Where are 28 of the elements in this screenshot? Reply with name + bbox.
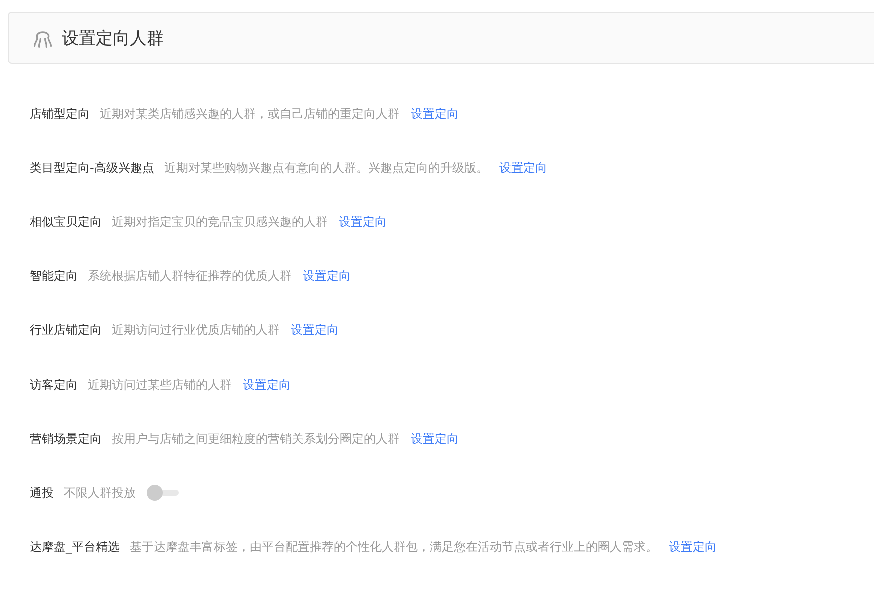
option-label: 行业店铺定向 bbox=[30, 322, 102, 340]
option-description: 近期访问过行业优质店铺的人群 bbox=[112, 322, 280, 340]
option-description: 系统根据店铺人群特征推荐的优质人群 bbox=[88, 268, 292, 286]
option-label: 访客定向 bbox=[30, 376, 78, 394]
option-label: 店铺型定向 bbox=[30, 106, 90, 123]
set-targeting-link[interactable]: 设置定向 bbox=[669, 539, 717, 556]
option-description: 近期访问过某些店铺的人群 bbox=[88, 376, 232, 394]
option-description: 近期对指定宝贝的竞品宝贝感兴趣的人群 bbox=[112, 214, 328, 231]
option-description: 基于达摩盘丰富标签，由平台配置推荐的个性化人群包，满足您在活动节点或者行业上的圈人需求。 bbox=[130, 539, 658, 556]
option-label: 相似宝贝定向 bbox=[30, 214, 102, 231]
option-label: 通投 bbox=[30, 484, 54, 502]
set-targeting-link[interactable]: 设置定向 bbox=[303, 268, 351, 286]
option-description: 近期对某类店铺感兴趣的人群，或自己店铺的重定向人群 bbox=[100, 106, 400, 123]
option-label: 达摩盘_平台精选 bbox=[30, 539, 120, 556]
option-description: 不限人群投放 bbox=[64, 484, 136, 502]
option-label: 营销场景定向 bbox=[30, 430, 102, 448]
set-targeting-link[interactable]: 设置定向 bbox=[291, 322, 339, 340]
option-description: 按用户与店铺之间更细粒度的营销关系划分圈定的人群 bbox=[112, 430, 400, 448]
panel-title: 设置定向人群 bbox=[62, 28, 164, 50]
set-targeting-link[interactable]: 设置定向 bbox=[411, 106, 459, 123]
set-targeting-link[interactable]: 设置定向 bbox=[411, 430, 459, 448]
set-targeting-link[interactable]: 设置定向 bbox=[499, 160, 548, 177]
option-label: 智能定向 bbox=[30, 268, 78, 286]
set-targeting-link[interactable]: 设置定向 bbox=[339, 214, 387, 231]
option-description: 近期对某些购物兴趣点有意向的人群。兴趣点定向的升级版。 bbox=[164, 160, 488, 177]
set-targeting-link[interactable]: 设置定向 bbox=[243, 376, 291, 394]
toggle-switch[interactable] bbox=[147, 485, 179, 502]
option-label: 类目型定向-高级兴趣点 bbox=[30, 160, 154, 177]
